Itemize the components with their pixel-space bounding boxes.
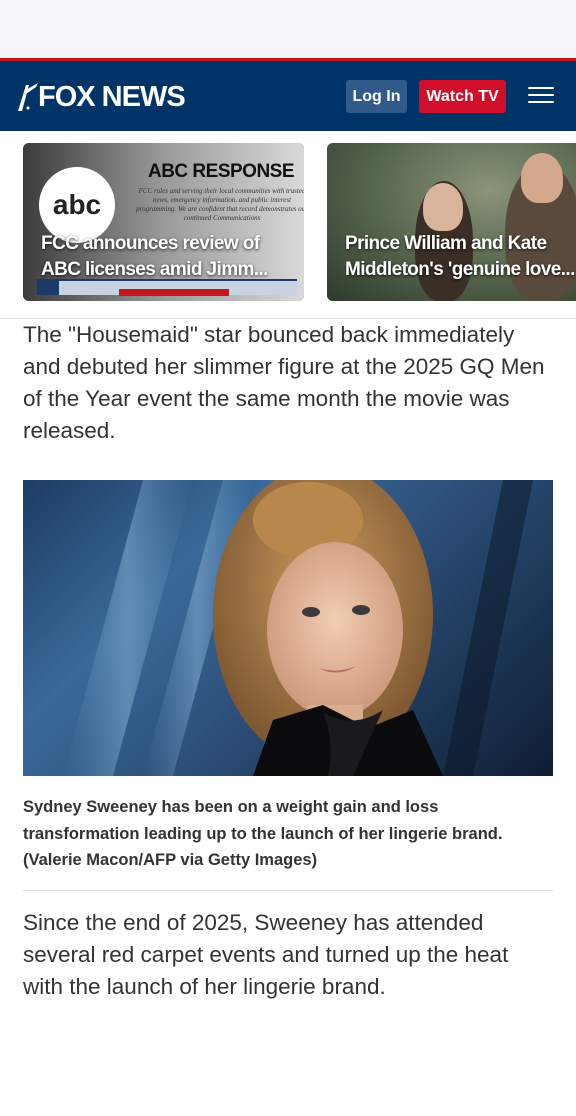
site-header: FOX NEWS Log In Watch TV [0,58,576,131]
carousel-card-title: Prince William and Kate Middleton's 'gen… [345,233,575,280]
story-carousel: abc ABC RESPONSE FCC rules and serving t… [0,143,576,301]
person-silhouette [521,153,563,203]
status-strip [0,0,576,58]
login-button[interactable]: Log In [346,80,407,113]
fox-news-logo[interactable]: FOX NEWS [16,79,186,115]
article-hero-image[interactable] [23,480,553,776]
divider [23,890,553,891]
fox-logo-mark-icon [18,83,38,111]
logo-text: FOX NEWS [38,80,186,113]
watch-tv-button[interactable]: Watch TV [419,80,506,113]
carousel-card-fcc[interactable]: abc ABC RESPONSE FCC rules and serving t… [23,143,304,301]
article-paragraph: The "Housemaid" star bounced back immedi… [23,322,545,443]
carousel-card-royals[interactable]: Prince William and Kate Middleton's 'gen… [327,143,576,301]
image-fine-print: FCC rules and serving their local commun… [136,187,304,222]
hamburger-menu-icon[interactable] [528,87,554,107]
person-silhouette [423,183,463,231]
image-caption: Sydney Sweeney has been on a weight gain… [23,798,503,869]
article-paragraph: Since the end of 2025, Sweeney has atten… [23,910,509,999]
carousel-card-title: FCC announces review of ABC licenses ami… [41,233,268,280]
portrait-illustration [63,480,533,776]
image-heading: ABC RESPONSE [147,161,295,182]
